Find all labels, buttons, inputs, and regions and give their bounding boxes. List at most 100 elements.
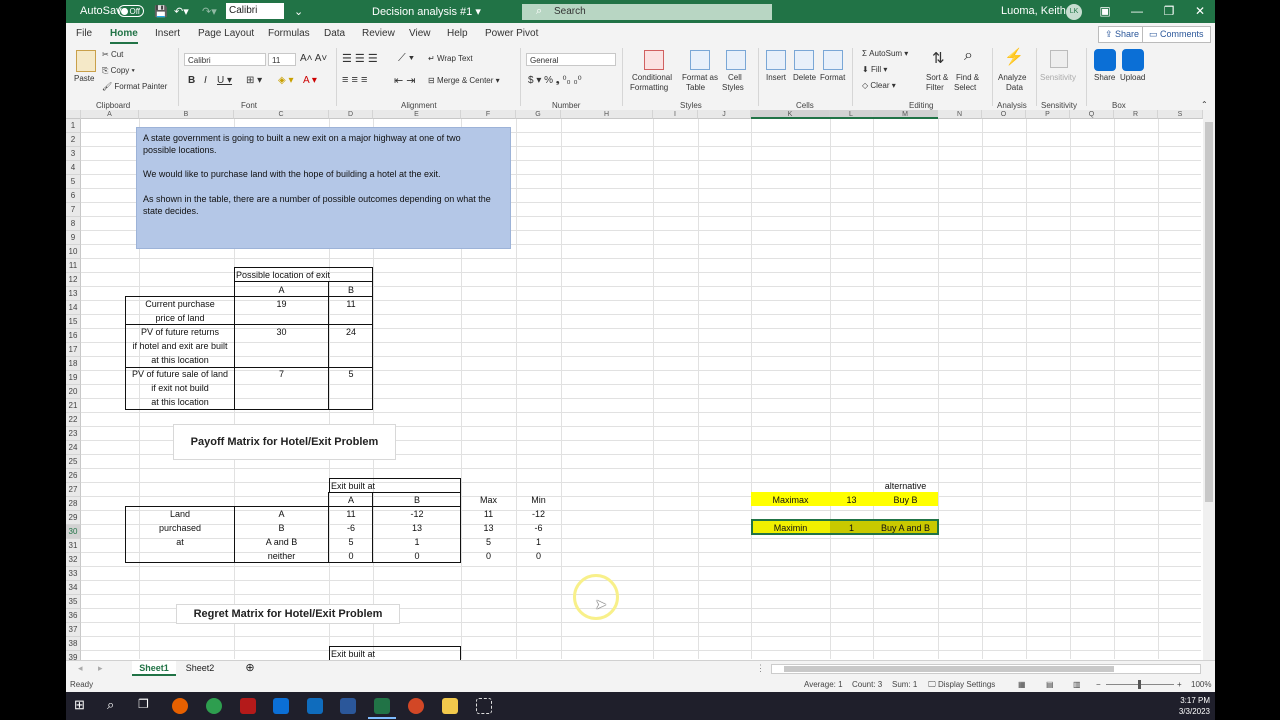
- row-header[interactable]: 36: [66, 609, 81, 623]
- payoff-cell[interactable]: 1: [373, 537, 461, 547]
- page-break-view-icon[interactable]: ▥: [1073, 680, 1081, 689]
- payoff-col-a[interactable]: A: [329, 495, 373, 505]
- row-header[interactable]: 7: [66, 203, 81, 217]
- alternative-header[interactable]: alternative: [873, 481, 938, 491]
- maximax-value[interactable]: 13: [830, 495, 873, 505]
- payoff-row-label[interactable]: A and B: [234, 537, 329, 547]
- search-input[interactable]: Search: [522, 4, 772, 20]
- row-header[interactable]: 13: [66, 287, 81, 301]
- search-taskbar-icon[interactable]: ⌕: [107, 697, 114, 713]
- payoff-exit-header[interactable]: Exit built at: [331, 481, 375, 491]
- column-header[interactable]: G: [516, 110, 561, 119]
- menu-formulas[interactable]: Formulas: [268, 28, 310, 39]
- row-header[interactable]: 4: [66, 161, 81, 175]
- top-align-icon[interactable]: ☰ ☰ ☰: [342, 52, 378, 65]
- status-sum[interactable]: Sum: 1: [892, 680, 917, 689]
- payoff-min[interactable]: 1: [516, 537, 561, 547]
- maximax-label[interactable]: Maximax: [751, 495, 830, 505]
- number-format-combo[interactable]: General: [526, 53, 616, 66]
- payoff-land-label-1[interactable]: Land: [126, 509, 234, 519]
- maximize-icon[interactable]: ❐: [1162, 4, 1176, 18]
- zoom-slider-thumb[interactable]: [1138, 680, 1141, 689]
- word-icon[interactable]: [340, 698, 356, 714]
- normal-view-icon[interactable]: ▦: [1018, 680, 1026, 689]
- row-header[interactable]: 30: [66, 525, 81, 539]
- file-explorer-icon[interactable]: [442, 698, 458, 714]
- location-row1-line1[interactable]: Current purchase: [126, 299, 234, 309]
- undo-icon[interactable]: ↶▾: [174, 5, 189, 18]
- regret-matrix-title[interactable]: Regret Matrix for Hotel/Exit Problem: [176, 604, 400, 624]
- outlook-icon[interactable]: [307, 698, 323, 714]
- location-row3-line1[interactable]: PV of future sale of land: [126, 369, 234, 379]
- acrobat-icon[interactable]: [240, 698, 256, 714]
- align-left-icon[interactable]: ≡ ≡ ≡: [342, 74, 367, 86]
- share-button[interactable]: ⇪ Share: [1098, 26, 1147, 43]
- delete-cells-icon[interactable]: [794, 50, 814, 70]
- payoff-row-label[interactable]: neither: [234, 551, 329, 561]
- fill-button[interactable]: ⬇ Fill ▾: [862, 65, 887, 74]
- find-select-icon[interactable]: ⌕: [964, 47, 973, 65]
- quick-font-box[interactable]: Calibri: [226, 3, 284, 19]
- autosum-button[interactable]: Σ AutoSum ▾: [862, 49, 908, 58]
- tab-splitter-icon[interactable]: ⋮: [756, 663, 765, 674]
- payoff-row-label[interactable]: B: [234, 523, 329, 533]
- menu-file[interactable]: File: [76, 28, 92, 39]
- row-header[interactable]: 37: [66, 623, 81, 637]
- format-painter-button[interactable]: 🖌 Format Painter: [102, 82, 167, 91]
- format-as-table-button[interactable]: Format as: [682, 73, 718, 82]
- insert-cells-icon[interactable]: [766, 50, 786, 70]
- sort-filter-icon[interactable]: ⇅: [932, 49, 945, 67]
- box-share-button[interactable]: Share: [1094, 73, 1115, 82]
- row-header[interactable]: 34: [66, 581, 81, 595]
- chrome-icon[interactable]: [206, 698, 222, 714]
- column-header[interactable]: S: [1158, 110, 1203, 119]
- merge-center-button[interactable]: ⊟ Merge & Center ▾: [428, 76, 500, 85]
- row-header[interactable]: 16: [66, 329, 81, 343]
- location-col-a[interactable]: A: [234, 285, 329, 295]
- zoom-level[interactable]: 100%: [1191, 680, 1211, 689]
- excel-icon[interactable]: [374, 698, 390, 714]
- column-header[interactable]: R: [1114, 110, 1158, 119]
- row-header[interactable]: 11: [66, 259, 81, 273]
- column-header[interactable]: P: [1026, 110, 1070, 119]
- payoff-max[interactable]: 11: [461, 509, 516, 519]
- borders-icon[interactable]: ⊞ ▾: [246, 75, 262, 86]
- tab-sheet1[interactable]: Sheet1: [132, 661, 176, 676]
- paste-icon[interactable]: [76, 50, 96, 72]
- box-share-icon[interactable]: [1094, 49, 1116, 71]
- location-r2-a[interactable]: 30: [234, 327, 329, 337]
- accounting-format-icon[interactable]: $ ▾ % ❟ ⁰₀ ₀⁰: [528, 75, 582, 86]
- format-as-table-icon[interactable]: [690, 50, 710, 70]
- row-header[interactable]: 5: [66, 175, 81, 189]
- column-header[interactable]: I: [653, 110, 698, 119]
- payoff-land-label-3[interactable]: at: [126, 537, 234, 547]
- payoff-row-label[interactable]: A: [234, 509, 329, 519]
- menu-data[interactable]: Data: [324, 28, 345, 39]
- column-header[interactable]: D: [329, 110, 373, 119]
- payoff-cell[interactable]: 11: [329, 509, 373, 519]
- row-header[interactable]: 3: [66, 147, 81, 161]
- worksheet-grid[interactable]: A B C D E F G H I J K L M N O P Q R S 1 …: [66, 110, 1215, 665]
- problem-description-box[interactable]: A state government is going to built a n…: [136, 127, 511, 249]
- row-header[interactable]: 25: [66, 455, 81, 469]
- sort-filter-button[interactable]: Sort &: [926, 73, 948, 82]
- maximin-value[interactable]: 1: [830, 523, 873, 533]
- column-header[interactable]: Q: [1070, 110, 1114, 119]
- menu-view[interactable]: View: [409, 28, 431, 39]
- vertical-scroll-thumb[interactable]: [1205, 122, 1213, 502]
- horizontal-scroll-thumb[interactable]: [784, 666, 1114, 672]
- column-header[interactable]: F: [461, 110, 516, 119]
- status-count[interactable]: Count: 3: [852, 680, 882, 689]
- customize-toolbar-icon[interactable]: ⌄: [294, 5, 303, 18]
- tab-scroll-left-icon[interactable]: ◂: [78, 663, 83, 674]
- payoff-cell[interactable]: -6: [329, 523, 373, 533]
- row-header[interactable]: 35: [66, 595, 81, 609]
- conditional-formatting-button[interactable]: Conditional: [632, 73, 672, 82]
- row-header[interactable]: 14: [66, 301, 81, 315]
- row-header[interactable]: 6: [66, 189, 81, 203]
- row-header[interactable]: 21: [66, 399, 81, 413]
- display-settings-button[interactable]: 🖵 Display Settings: [928, 680, 995, 690]
- snipping-tool-icon[interactable]: [476, 698, 492, 714]
- analyze-data-icon[interactable]: ⚡: [1004, 47, 1024, 67]
- firefox-icon[interactable]: [172, 698, 188, 714]
